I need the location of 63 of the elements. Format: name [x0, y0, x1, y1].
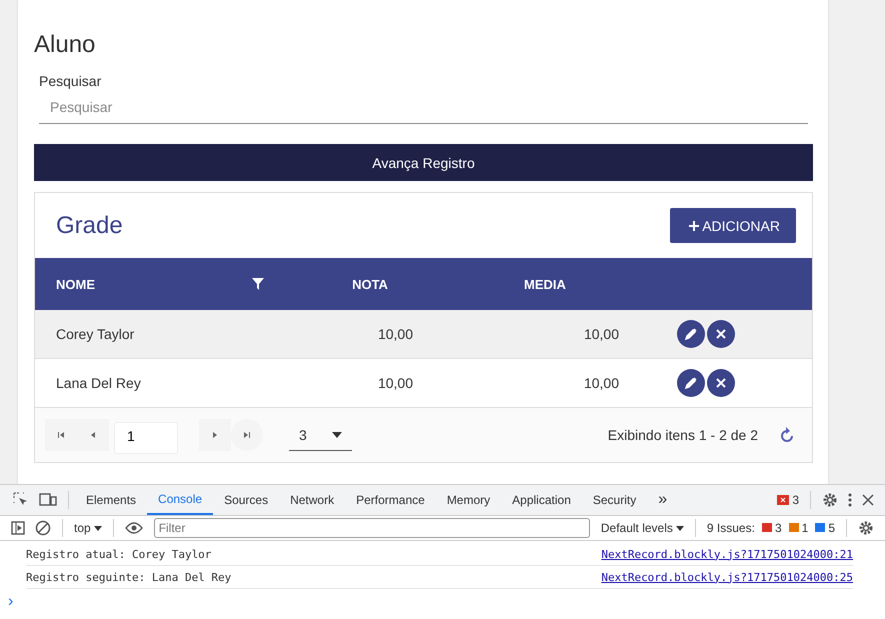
devtools-tab[interactable]: Console	[147, 485, 214, 515]
table-cell: 10,00	[584, 375, 619, 391]
table-cell: 10,00	[378, 375, 413, 391]
table-cell: 10,00	[378, 326, 413, 342]
log-levels-dropdown[interactable]: Default levels	[596, 521, 689, 535]
devtools-tab[interactable]: Security	[582, 485, 648, 515]
delete-button[interactable]	[707, 320, 735, 348]
add-button[interactable]: ADICIONAR	[670, 208, 796, 243]
table-cell: Lana Del Rey	[56, 375, 141, 391]
column-header: MEDIA	[524, 276, 566, 292]
plus-icon	[688, 220, 700, 232]
caret-icon	[676, 526, 684, 530]
more-tabs-button[interactable]: »	[653, 491, 672, 509]
clear-icon	[35, 520, 51, 536]
table-cell: 10,00	[584, 326, 619, 342]
table-cell: Corey Taylor	[56, 326, 134, 342]
page-title: Aluno	[34, 31, 96, 59]
devtools-tab[interactable]: Elements	[75, 485, 148, 515]
error-counter[interactable]: 3	[772, 493, 804, 507]
settings-icon	[822, 492, 838, 508]
last-page-icon	[242, 430, 252, 440]
refresh-button[interactable]	[780, 427, 794, 443]
grid-title: Grade	[56, 212, 123, 240]
source-link[interactable]: NextRecord.blockly.js?1717501024000:25	[601, 570, 853, 584]
pencil-icon	[685, 328, 697, 340]
column-header: NOTA	[352, 276, 388, 292]
filter-icon	[252, 278, 264, 290]
advance-record-button[interactable]: Avança Registro	[34, 144, 813, 181]
device-icon	[39, 493, 57, 507]
menu-icon	[848, 493, 852, 507]
caret-icon	[94, 526, 102, 530]
error-icon	[777, 495, 790, 505]
devtools-tab[interactable]: Performance	[345, 485, 436, 515]
close-icon	[716, 378, 726, 388]
sidebar-icon	[11, 521, 25, 535]
pencil-icon	[685, 377, 697, 389]
delete-button[interactable]	[707, 369, 735, 397]
console-message: Registro atual: Corey Taylor	[26, 548, 212, 560]
filter-field[interactable]: Filter	[154, 518, 590, 538]
eye-icon	[124, 522, 143, 534]
page-number-field[interactable]: 1	[114, 422, 178, 454]
edit-button[interactable]	[677, 320, 705, 348]
devtools-tab[interactable]: Memory	[436, 485, 502, 515]
console-prompt[interactable]: ›	[0, 589, 22, 615]
console-message: Registro seguinte: Lana Del Rey	[26, 570, 232, 584]
close-icon	[862, 494, 874, 506]
source-link[interactable]: NextRecord.blockly.js?1717501024000:21	[601, 548, 853, 560]
search-label: Pesquisar	[39, 73, 102, 89]
context-dropdown[interactable]: top	[69, 521, 107, 535]
first-page-icon	[56, 430, 66, 440]
devtools-tab[interactable]: Sources	[213, 485, 280, 515]
refresh-icon	[780, 427, 794, 443]
page-size-dropdown[interactable]: 3	[289, 419, 352, 451]
caret-icon	[332, 432, 342, 438]
devtools-tab[interactable]: Network	[279, 485, 346, 515]
close-icon	[716, 329, 726, 339]
issues-counter[interactable]: 9 Issues: 3 1 5	[702, 521, 840, 535]
table-row[interactable]: Corey Taylor 10,00 10,00	[35, 310, 812, 359]
settings-icon	[858, 520, 874, 536]
edit-button[interactable]	[677, 369, 705, 397]
pager-info: Exibindo itens 1 - 2 de 2	[608, 427, 758, 443]
devtools-tab[interactable]: Application	[501, 485, 582, 515]
column-header: NOME	[56, 276, 95, 292]
